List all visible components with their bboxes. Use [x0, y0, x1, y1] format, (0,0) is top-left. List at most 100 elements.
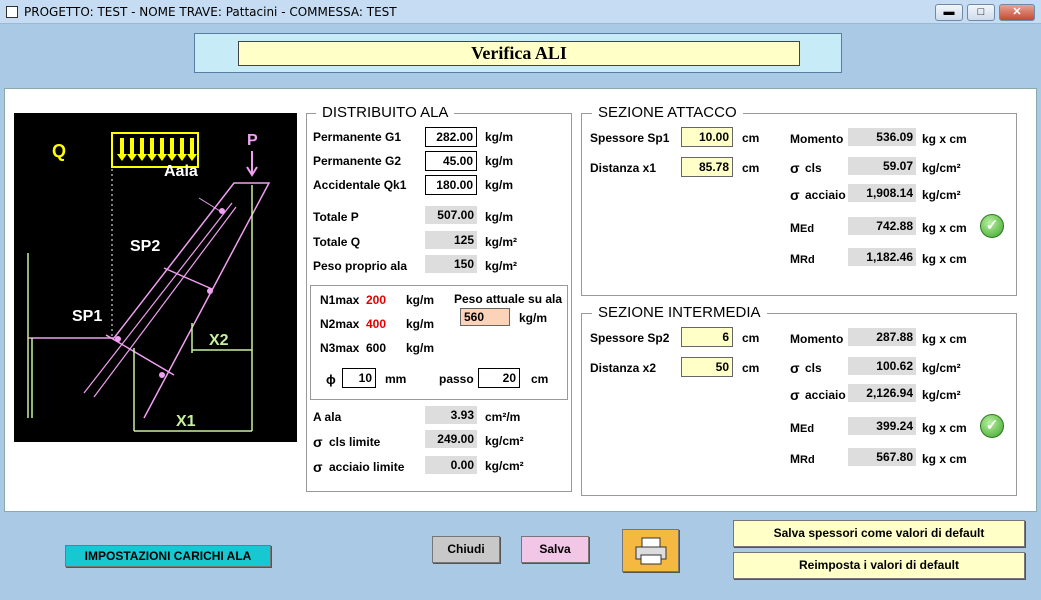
intermedia-title: SEZIONE INTERMEDIA	[592, 304, 767, 321]
g1-input[interactable]: 282.00	[425, 127, 477, 147]
acciaio-value: 2,126.94	[848, 384, 916, 402]
load-box	[111, 132, 199, 168]
mrd-unit: kg x cm	[922, 452, 967, 466]
distribuito-title: DISTRIBUITO ALA	[316, 104, 455, 121]
dimension-lines	[27, 185, 253, 432]
n3-label: N3max	[320, 341, 360, 355]
n2-unit: kg/m	[406, 317, 435, 331]
totp-unit: kg/m	[485, 210, 514, 224]
header-banner: Verifica ALI	[194, 33, 842, 73]
print-button[interactable]	[622, 529, 679, 572]
salva-button[interactable]: Salva	[521, 536, 589, 563]
x2-input[interactable]: 50	[681, 357, 733, 377]
minimize-button[interactable]: ▬	[935, 4, 963, 21]
cls-value: 59.07	[848, 157, 916, 175]
x1-input[interactable]: 85.78	[681, 157, 733, 177]
totp-label: Totale P	[313, 210, 359, 224]
app-icon	[6, 6, 18, 18]
g2-input[interactable]: 45.00	[425, 151, 477, 171]
n3-unit: kg/m	[406, 341, 435, 355]
sigma-icon: σ	[313, 434, 323, 450]
passo-input[interactable]: 20	[478, 368, 520, 388]
totq-value: 125	[425, 231, 477, 249]
sp1-input[interactable]: 10.00	[681, 127, 733, 147]
wing-diagram-svg: Q P Aala SP2 SP1 X2 X1	[27, 132, 271, 432]
q-label: Q	[52, 141, 66, 161]
med-value: 399.24	[848, 417, 916, 435]
momento-unit: kg x cm	[922, 132, 967, 146]
n1-label: N1max	[320, 293, 360, 307]
peso-value: 150	[425, 255, 477, 273]
title-bar: PROGETTO: TEST - NOME TRAVE: Pattacini -…	[0, 0, 1041, 24]
window-title: PROGETTO: TEST - NOME TRAVE: Pattacini -…	[24, 5, 397, 19]
totp-value: 507.00	[425, 206, 477, 224]
sp2-label: Spessore Sp2	[590, 331, 670, 345]
cls-limite-unit: kg/cm²	[485, 434, 524, 448]
phi-unit: mm	[385, 372, 407, 386]
x2-unit: cm	[742, 361, 760, 375]
phi-input[interactable]: 10	[342, 368, 376, 388]
maximize-button[interactable]: □	[967, 4, 995, 21]
acciaio-unit: kg/cm²	[922, 188, 961, 202]
mrd-value: 1,182.46	[848, 248, 916, 266]
totq-unit: kg/m²	[485, 235, 518, 249]
printer-icon	[635, 537, 666, 565]
n2-label: N2max	[320, 317, 360, 331]
sp2-unit: cm	[742, 331, 760, 345]
wing-diagram: Q P Aala SP2 SP1 X2 X1	[14, 113, 297, 442]
g1-label: Permanente G1	[313, 130, 402, 144]
mrd-value: 567.80	[848, 448, 916, 466]
salva-default-button[interactable]: Salva spessori come valori di default	[733, 520, 1025, 547]
sp1-label: Spessore Sp1	[590, 131, 670, 145]
mrd-sub: Rd	[800, 254, 815, 266]
peso-attuale-unit: kg/m	[519, 311, 548, 325]
acciaio-unit: kg/cm²	[922, 388, 961, 402]
x1-label: Distanza x1	[590, 161, 657, 175]
reimposta-default-button[interactable]: Reimposta i valori di default	[733, 552, 1025, 579]
mrd-unit: kg x cm	[922, 252, 967, 266]
sigma-icon: σ	[790, 187, 800, 203]
impostazioni-carichi-button[interactable]: IMPOSTAZIONI CARICHI ALA	[65, 545, 271, 567]
acciaio-limite-value: 0.00	[425, 456, 477, 474]
wing-outline	[28, 182, 271, 419]
acciaio-limite-label: acciaio limite	[329, 460, 405, 474]
med-unit: kg x cm	[922, 221, 967, 235]
g2-unit: kg/m	[485, 154, 514, 168]
n1-unit: kg/m	[406, 293, 435, 307]
peso-attuale-value: 560	[460, 308, 510, 326]
peso-label: Peso proprio ala	[313, 259, 408, 273]
sp2-label: SP2	[130, 238, 160, 255]
x2-label: X2	[209, 332, 229, 349]
g1-unit: kg/m	[485, 130, 514, 144]
chiudi-button[interactable]: Chiudi	[432, 536, 500, 563]
maximize-icon: □	[977, 6, 985, 18]
sp1-label: SP1	[72, 308, 102, 325]
qk1-input[interactable]: 180.00	[425, 175, 477, 195]
n2-value: 400	[366, 317, 387, 331]
check-icon: ✓	[980, 414, 1004, 438]
cls-label: cls	[805, 361, 822, 375]
cls-value: 100.62	[848, 357, 916, 375]
momento-unit: kg x cm	[922, 332, 967, 346]
qk1-unit: kg/m	[485, 178, 514, 192]
cls-unit: kg/cm²	[922, 361, 961, 375]
mrd-m: M	[790, 252, 800, 266]
med-value: 742.88	[848, 217, 916, 235]
n1-value: 200	[366, 293, 387, 307]
qk1-label: Accidentale Qk1	[313, 178, 407, 192]
acciaio-label: acciaio	[805, 388, 846, 402]
sigma-icon: σ	[790, 387, 800, 403]
sigma-icon: σ	[313, 459, 323, 475]
med-unit: kg x cm	[922, 421, 967, 435]
aala-label-text: A ala	[313, 410, 342, 424]
phi-icon: ɸ	[326, 372, 336, 387]
med-sub: Ed	[800, 423, 815, 435]
cls-label: cls	[805, 161, 822, 175]
momento-value: 536.09	[848, 128, 916, 146]
close-icon: ✕	[1012, 6, 1022, 18]
sigma-icon: σ	[790, 160, 800, 176]
p-arrow	[246, 151, 258, 177]
sp2-input[interactable]: 6	[681, 327, 733, 347]
close-button[interactable]: ✕	[999, 4, 1035, 21]
med-sub: Ed	[800, 223, 815, 235]
